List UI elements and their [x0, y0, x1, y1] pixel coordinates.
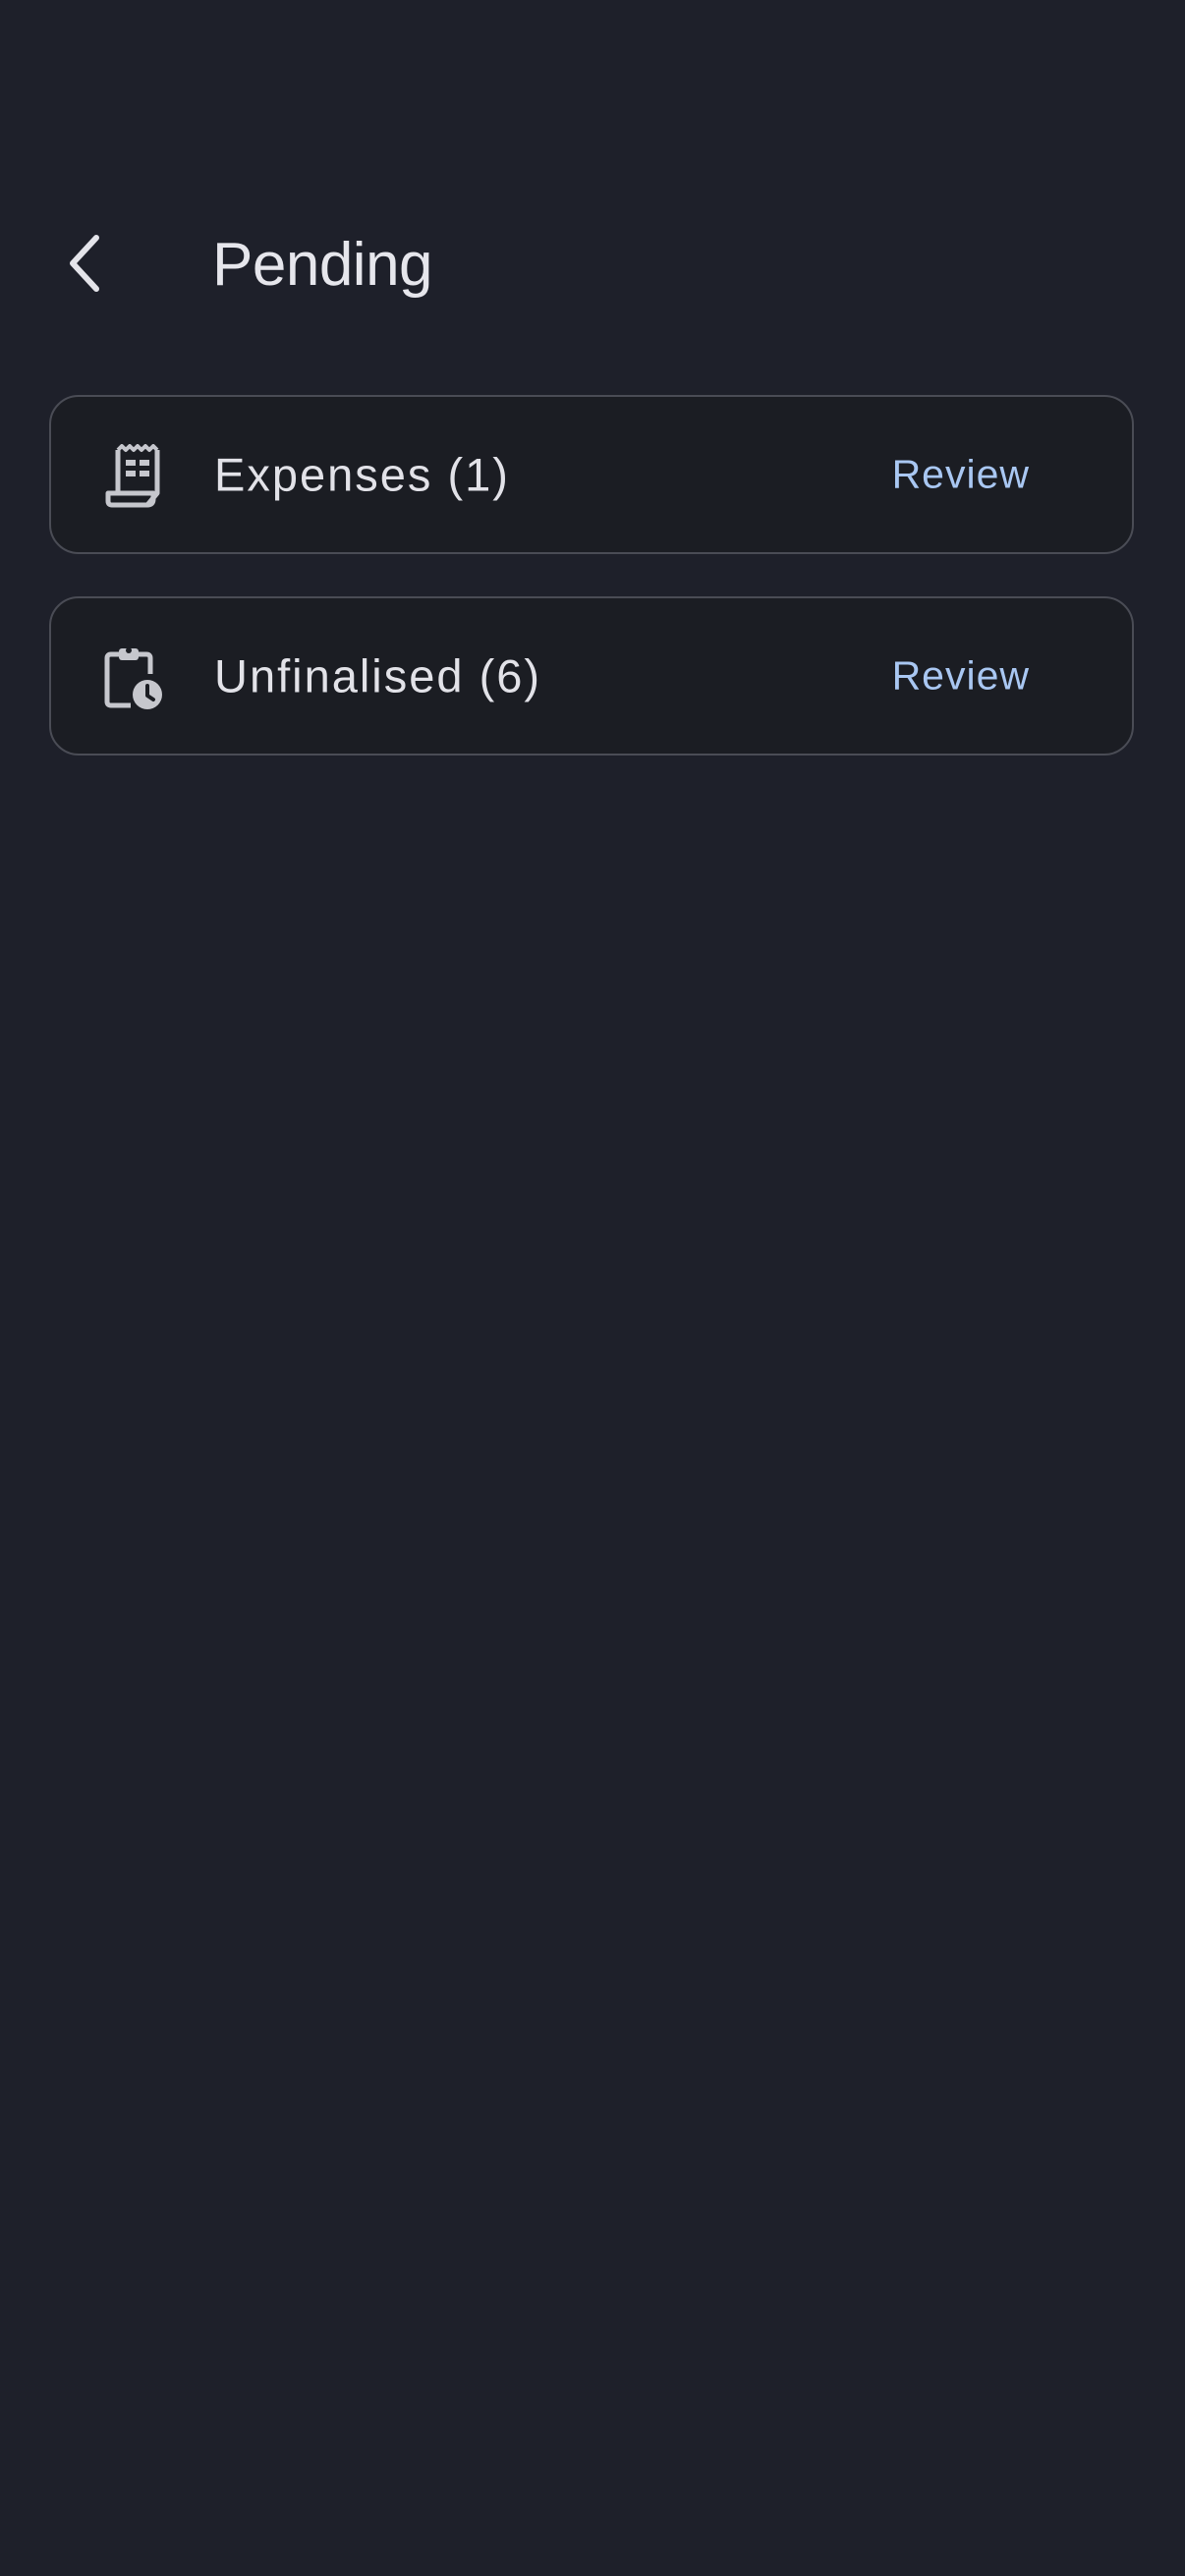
clipboard-clock-icon — [100, 644, 167, 711]
expenses-review-button[interactable]: Review — [892, 452, 1030, 498]
unfinalised-review-button[interactable]: Review — [892, 653, 1030, 700]
page-title: Pending — [212, 231, 433, 299]
unfinalised-label: Unfinalised (6) — [214, 649, 542, 702]
expenses-label: Expenses (1) — [214, 448, 510, 501]
unfinalised-card[interactable]: Unfinalised (6) Review — [49, 596, 1134, 756]
back-button[interactable] — [39, 216, 134, 310]
app-bar: Pending — [0, 196, 1185, 334]
chevron-left-icon — [70, 235, 99, 292]
expenses-card[interactable]: Expenses (1) Review — [49, 395, 1134, 554]
receipt-icon — [100, 443, 167, 510]
